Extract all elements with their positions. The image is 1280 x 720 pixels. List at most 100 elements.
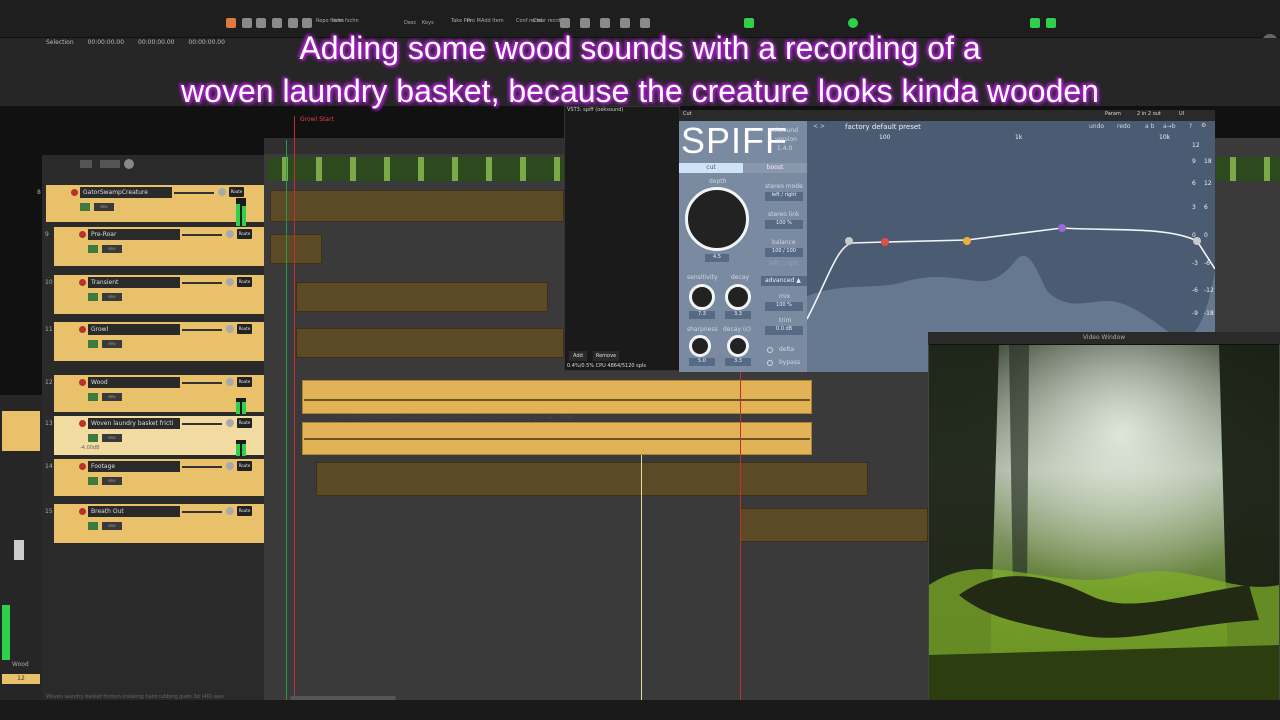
track-wood[interactable]: 12 Wood Route env (45, 375, 264, 415)
stereo-link-value[interactable]: 100 % (765, 220, 803, 229)
stereo-mode-select[interactable]: left / right (765, 192, 803, 201)
advanced-toggle[interactable]: advanced ▲ (761, 276, 807, 286)
video-window-title[interactable]: Video Window (928, 332, 1280, 344)
wood-media-item[interactable] (302, 380, 812, 414)
bypass-radio[interactable] (767, 360, 773, 366)
pan-knob[interactable] (226, 378, 234, 386)
track-name[interactable]: Wood (88, 377, 180, 388)
toolbar-label-item[interactable]: Item fxchn (332, 18, 359, 24)
param-button[interactable]: Param (1105, 111, 1121, 117)
save-icon[interactable] (242, 18, 252, 28)
io-button[interactable]: 2 in 2 out (1137, 111, 1161, 117)
track-name[interactable]: Transient (88, 277, 180, 288)
record-arm-button[interactable] (79, 420, 86, 427)
toolbar-label-clear[interactable]: Clear recrd (533, 18, 561, 24)
monitor-icon[interactable] (848, 18, 858, 28)
record-arm-button[interactable] (79, 379, 86, 386)
fx-button[interactable] (80, 203, 90, 211)
env-button[interactable]: env (102, 245, 122, 253)
track-name[interactable]: Woven laundry basket fricti (88, 418, 180, 429)
footage-media-item[interactable] (316, 462, 868, 496)
render-icon[interactable] (1046, 18, 1056, 28)
track-name[interactable]: Growl (88, 324, 180, 335)
sharpness-value[interactable]: 5.0 (689, 358, 715, 366)
volume-slider[interactable] (182, 382, 222, 384)
preset-nav-arrows[interactable]: < > (813, 123, 825, 130)
record-arm-button[interactable] (79, 231, 86, 238)
env-button[interactable]: env (102, 434, 122, 442)
pan-knob[interactable] (226, 462, 234, 470)
fx-chain-window[interactable]: VST3: spiff (oeksound) Add Remove 0.4%/0… (564, 106, 680, 371)
track-breath-out[interactable]: 15 Breath Out Route env (45, 504, 264, 546)
pan-knob[interactable] (226, 325, 234, 333)
pan-knob[interactable] (226, 230, 234, 238)
app-logo-icon[interactable] (226, 18, 236, 28)
video-window[interactable] (928, 332, 1280, 702)
decay-c-value[interactable]: 3.3 (725, 358, 751, 366)
marker-growl-start[interactable]: Growl Start (300, 116, 334, 123)
env-button[interactable]: env (102, 477, 122, 485)
decay-c-knob[interactable] (727, 335, 749, 357)
decay-knob[interactable] (725, 284, 751, 310)
trim-value[interactable]: 0.0 dB (765, 326, 803, 335)
route-button[interactable]: Route (237, 461, 252, 471)
route-button[interactable]: Route (237, 324, 252, 334)
track-transient[interactable]: 10 Transient Route env (45, 275, 264, 317)
volume-slider[interactable] (174, 192, 214, 194)
sensitivity-value[interactable]: 7.3 (689, 311, 715, 319)
preset-name[interactable]: factory default preset (845, 123, 921, 131)
pan-knob[interactable] (218, 188, 226, 196)
track-growl[interactable]: 11 Growl Route env (45, 322, 264, 364)
env-button[interactable]: env (102, 522, 122, 530)
toolbar-label-desc[interactable]: Desc (404, 20, 416, 26)
depth-knob[interactable] (685, 187, 749, 251)
ui-button[interactable]: UI (1179, 111, 1184, 117)
media-item[interactable] (296, 282, 548, 312)
fx-button[interactable] (88, 434, 98, 442)
route-button[interactable]: Route (237, 277, 252, 287)
fx-button[interactable] (88, 477, 98, 485)
remove-fx-button[interactable]: Remove (593, 351, 619, 361)
track-gatorswampcreature[interactable]: 8 GatorSwampCreature Route env (37, 185, 264, 225)
track-footage[interactable]: 14 Footage Route env (45, 459, 264, 499)
sensitivity-knob[interactable] (689, 284, 715, 310)
fx-button[interactable] (88, 245, 98, 253)
media-item[interactable] (270, 234, 322, 264)
track-woven-basket[interactable]: 13 Woven laundry basket fricti Route env… (45, 416, 264, 458)
track-name[interactable]: GatorSwampCreature (80, 187, 172, 198)
fx-button[interactable] (88, 340, 98, 348)
zoom-icon[interactable] (302, 18, 312, 28)
redo-button[interactable]: redo (1117, 123, 1131, 130)
mixer-fx-slot[interactable] (2, 411, 40, 451)
timeline-ruler[interactable] (264, 138, 564, 154)
route-button[interactable]: Route (237, 506, 252, 516)
delta-radio[interactable] (767, 347, 773, 353)
volume-slider[interactable] (182, 234, 222, 236)
record-mode-icon[interactable] (744, 18, 754, 28)
fx-button[interactable] (88, 393, 98, 401)
sharpness-knob[interactable] (689, 335, 711, 357)
mixer-fader-handle[interactable] (14, 540, 24, 560)
track-name[interactable]: Footage (88, 461, 180, 472)
master-fx-button[interactable] (80, 160, 92, 168)
fx-button[interactable] (88, 522, 98, 530)
toolbar-label-add[interactable]: Add Item (481, 18, 504, 24)
undo-icon[interactable] (256, 18, 266, 28)
search-icon[interactable] (288, 18, 298, 28)
record-arm-button[interactable] (79, 463, 86, 470)
breath-media-item[interactable] (740, 508, 928, 542)
route-button[interactable]: Route (237, 418, 252, 428)
route-button[interactable]: Route (237, 377, 252, 387)
mix-value[interactable]: 100 % (765, 302, 803, 311)
horizontal-scrollbar[interactable] (290, 696, 396, 700)
undo-button[interactable]: undo (1089, 123, 1104, 130)
settings-icon[interactable]: ⚙ (1201, 122, 1206, 129)
ab-toggle[interactable]: a b (1145, 123, 1154, 130)
record-arm-button[interactable] (79, 508, 86, 515)
redo-icon[interactable] (272, 18, 282, 28)
volume-slider[interactable] (182, 329, 222, 331)
track-name[interactable]: Pre-Roar (88, 229, 180, 240)
volume-slider[interactable] (182, 511, 222, 513)
pan-knob[interactable] (226, 278, 234, 286)
env-button[interactable]: env (102, 340, 122, 348)
